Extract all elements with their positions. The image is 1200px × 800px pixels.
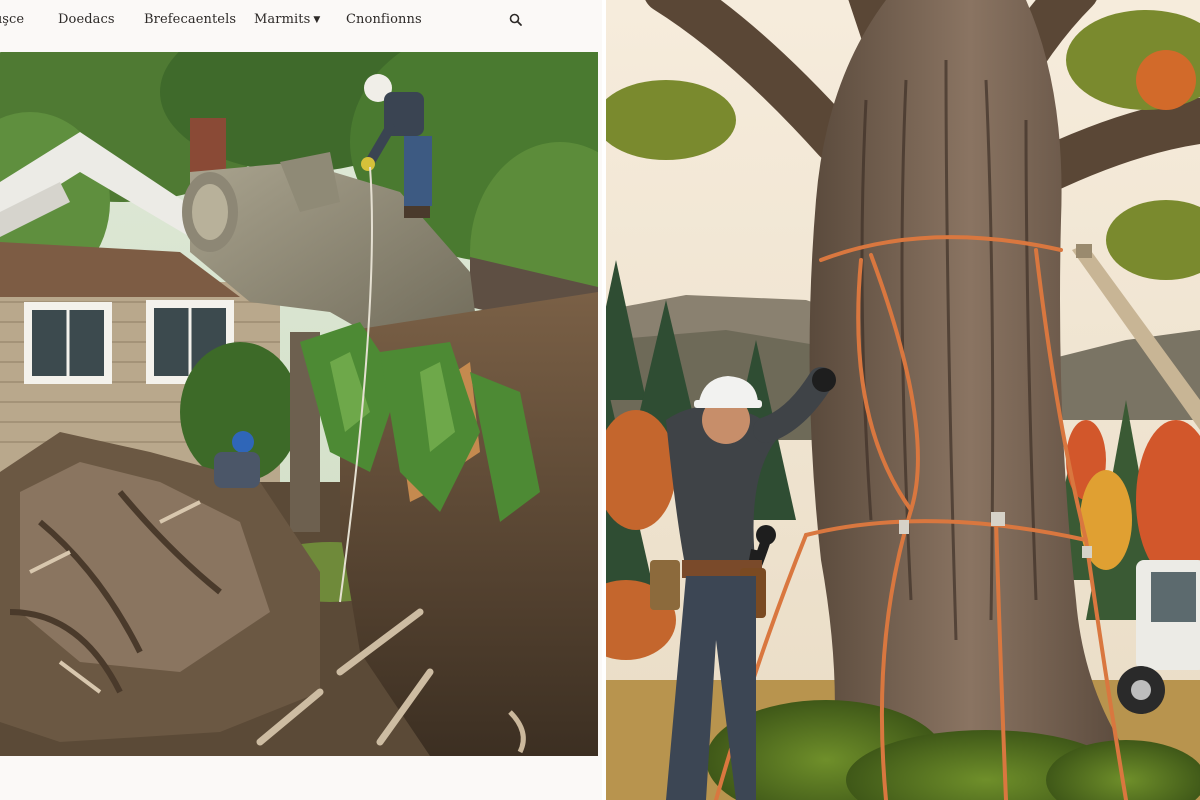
nav-item-cnonfionns[interactable]: Cnonfionns xyxy=(346,12,422,27)
nav-item-brefecaentels[interactable]: Brefecaentels xyxy=(144,12,236,27)
chevron-down-icon: ▼ xyxy=(313,15,321,25)
fallen-tree-photo xyxy=(0,52,598,756)
nav-item-doedacs[interactable]: Doedacs xyxy=(58,12,115,27)
nav-item-home[interactable]: ışce xyxy=(0,12,24,27)
left-panel: ışce Doedacs Brefecaentels Marmits ▼ Cnon… xyxy=(0,0,602,800)
nav-item-marmits[interactable]: Marmits ▼ xyxy=(254,12,320,27)
search-icon[interactable] xyxy=(508,12,524,28)
top-nav: ışce Doedacs Brefecaentels Marmits ▼ Cnon… xyxy=(0,0,602,44)
nav-item-marmits-label: Marmits xyxy=(254,12,311,27)
arborist-photo xyxy=(606,0,1200,800)
